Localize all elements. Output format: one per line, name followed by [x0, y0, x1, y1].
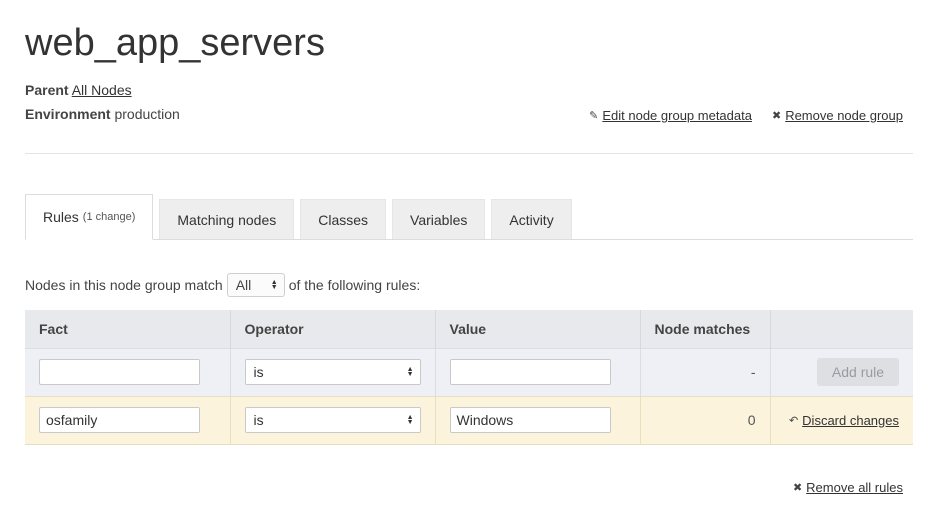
tab-activity[interactable]: Activity — [491, 199, 572, 239]
operator-cell: is ▲ ▼ — [230, 395, 436, 445]
new-action-cell: Add rule — [770, 347, 913, 396]
new-value-cell — [435, 347, 641, 396]
remove-all-rules-action[interactable]: ✖ Remove all rules — [793, 480, 903, 495]
remove-group-link[interactable]: Remove node group — [785, 108, 903, 123]
new-rule-row: is ▲ ▼ - Add rule — [25, 347, 913, 396]
select-arrows-icon: ▲ ▼ — [406, 414, 414, 426]
header-actions — [770, 310, 913, 348]
edit-metadata-link[interactable]: Edit node group metadata — [602, 108, 752, 123]
new-node-matches: - — [640, 347, 771, 396]
x-icon: ✖ — [771, 110, 782, 122]
tab-variables[interactable]: Variables — [392, 199, 486, 239]
tab-activity-label: Activity — [509, 211, 554, 228]
action-cell: ↶ Discard changes — [770, 395, 913, 445]
rules-table: Fact Operator Value Node matches is ▲ ▼ - — [25, 310, 913, 445]
select-arrows-icon: ▲ ▼ — [270, 279, 278, 291]
environment-label: Environment — [25, 106, 111, 122]
new-operator-select[interactable]: is ▲ ▼ — [244, 359, 421, 385]
node-matches: 0 — [640, 395, 771, 445]
remove-all-rules-link[interactable]: Remove all rules — [806, 480, 903, 495]
match-prefix: Nodes in this node group match — [25, 277, 223, 293]
tab-rules[interactable]: Rules (1 change) — [25, 194, 154, 240]
header-value: Value — [435, 310, 641, 348]
discard-changes-link[interactable]: Discard changes — [802, 413, 899, 428]
undo-icon: ↶ — [788, 414, 799, 427]
tab-matching-nodes[interactable]: Matching nodes — [159, 199, 295, 239]
tab-classes-label: Classes — [318, 211, 369, 228]
header-operator: Operator — [230, 310, 436, 348]
match-suffix: of the following rules: — [288, 277, 421, 293]
fact-cell: osfamily — [25, 395, 231, 445]
match-mode-value: All — [235, 277, 252, 293]
parent-row: Parent All Nodes — [25, 82, 132, 98]
tab-rules-label: Rules — [43, 209, 79, 225]
tab-variables-label: Variables — [410, 211, 468, 228]
x-icon: ✖ — [792, 482, 803, 494]
operator-value: is — [253, 412, 264, 428]
fact-input[interactable]: osfamily — [39, 407, 200, 433]
discard-changes-action[interactable]: ↶ Discard changes — [785, 413, 899, 428]
new-operator-value: is — [253, 364, 264, 380]
match-mode-select[interactable]: All ▲ ▼ — [226, 273, 285, 297]
add-rule-button[interactable]: Add rule — [817, 358, 899, 386]
tab-bar: Rules (1 change) Matching nodes Classes … — [25, 194, 913, 240]
tab-matching-nodes-label: Matching nodes — [177, 211, 277, 228]
select-arrows-icon: ▲ ▼ — [406, 366, 414, 378]
page-title: web_app_servers — [25, 22, 325, 64]
edit-metadata-action[interactable]: ✎ Edit node group metadata — [589, 108, 752, 123]
environment-value: production — [114, 106, 180, 122]
header-fact: Fact — [25, 310, 231, 348]
remove-group-action[interactable]: ✖ Remove node group — [772, 108, 903, 123]
value-cell: Windows — [435, 395, 641, 445]
operator-select[interactable]: is ▲ ▼ — [244, 407, 421, 433]
table-row: osfamily is ▲ ▼ Windows 0 ↶ Discard chang… — [25, 395, 913, 445]
value-input[interactable]: Windows — [449, 407, 611, 433]
header-node-matches: Node matches — [640, 310, 771, 348]
group-actions: ✎ Edit node group metadata ✖ Remove node… — [589, 108, 903, 123]
tab-rules-change-note: (1 change) — [82, 211, 136, 223]
new-value-input[interactable] — [449, 359, 611, 385]
pencil-icon: ✎ — [589, 110, 599, 122]
tab-classes[interactable]: Classes — [300, 199, 387, 239]
environment-row: Environment production — [25, 106, 180, 122]
match-mode-line: Nodes in this node group match All ▲ ▼ of… — [25, 273, 420, 297]
table-header-row: Fact Operator Value Node matches — [25, 310, 913, 348]
new-fact-input[interactable] — [39, 359, 200, 385]
new-operator-cell: is ▲ ▼ — [230, 347, 436, 396]
parent-label: Parent — [25, 82, 69, 98]
new-fact-cell — [25, 347, 231, 396]
divider — [25, 153, 913, 154]
parent-link[interactable]: All Nodes — [72, 82, 132, 98]
